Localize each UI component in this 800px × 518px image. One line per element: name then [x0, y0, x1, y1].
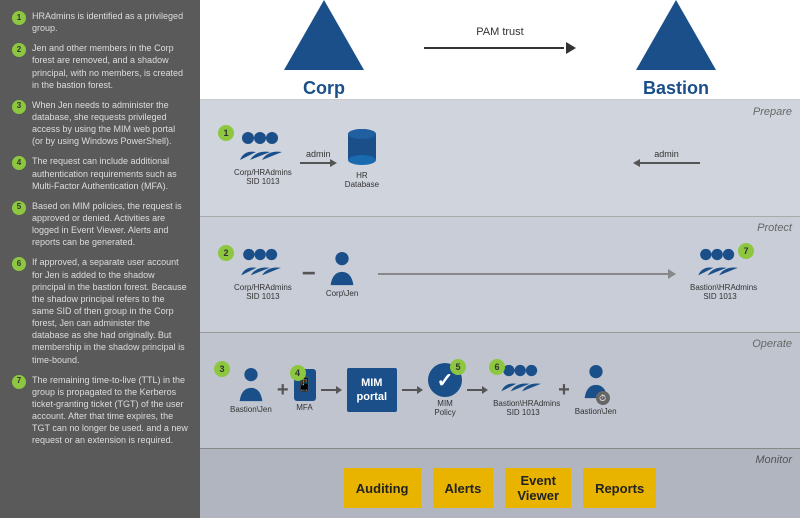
protect-num7-badge: 7: [738, 243, 754, 259]
bastion-jen-right-label: Bastion\Jen: [575, 407, 617, 416]
top-section: Corp PAM trust Bastion: [200, 0, 800, 100]
mim-portal-icon: MIMportal: [347, 368, 398, 413]
right-panel: Corp PAM trust Bastion P: [200, 0, 800, 518]
mfa-label: MFA: [296, 403, 312, 412]
arrow-body: [424, 47, 564, 49]
operate-group-svg: [500, 363, 546, 397]
monitor-label: Monitor: [755, 454, 792, 466]
minus-sign: −: [302, 260, 316, 288]
sections-area: Prepare 1 Corp/HRAdminsSID 1013: [200, 100, 800, 518]
protect-section: Protect 2 Corp/HRAdminsSID 1013: [200, 216, 800, 332]
step-text-7: The remaining time-to-live (TTL) in the …: [32, 374, 188, 447]
mfa-icon: 4 📱 MFA: [294, 369, 316, 412]
step-text-3: When Jen needs to administer the databas…: [32, 99, 188, 148]
admin-arrow-right: admin: [633, 149, 700, 167]
arrow-head: [566, 42, 576, 54]
hr-database-icon: HRDatabase: [345, 127, 379, 189]
step-num-2: 2: [12, 43, 26, 57]
operate-step-badge: 3: [214, 361, 230, 377]
protect-group1-svg: [240, 247, 286, 281]
operate-label: Operate: [752, 338, 792, 350]
corp-hradmins-group: Corp/HRAdminsSID 1013: [234, 130, 292, 186]
main-container: 1 HRAdmins is identified as a privileged…: [0, 0, 800, 518]
corp-jen-label: Corp\Jen: [326, 289, 358, 298]
step-item-5: 5 Based on MIM policies, the request is …: [12, 200, 188, 249]
step6-badge: 6: [489, 359, 505, 375]
bastion-triangle-wrapper: Bastion: [636, 0, 716, 99]
monitor-btn-alerts[interactable]: Alerts: [433, 468, 494, 508]
bastion-jen-svg-left: [237, 367, 265, 403]
mim-policy-icon: 5 ✓ MIMPolicy: [428, 363, 462, 417]
triangle-area: Corp PAM trust Bastion: [284, 0, 716, 99]
bastion-label: Bastion: [643, 78, 709, 99]
step-text-2: Jen and other members in the Corp forest…: [32, 42, 188, 91]
protect-label: Protect: [757, 222, 792, 234]
arrow-from-mim: [402, 386, 423, 394]
protect-step-badge: 2: [218, 245, 234, 261]
step-item-1: 1 HRAdmins is identified as a privileged…: [12, 10, 188, 34]
step-text-1: HRAdmins is identified as a privileged g…: [32, 10, 188, 34]
left-panel: 1 HRAdmins is identified as a privileged…: [0, 0, 200, 518]
step-item-2: 2 Jen and other members in the Corp fore…: [12, 42, 188, 91]
step-item-3: 3 When Jen needs to administer the datab…: [12, 99, 188, 148]
corp-jen-icon: Corp\Jen: [326, 251, 358, 298]
corp-jen-svg: [328, 251, 356, 287]
corp-triangle: [284, 0, 364, 70]
protect-group1-label: Corp/HRAdminsSID 1013: [234, 283, 292, 301]
monitor-btn-event-viewer[interactable]: EventViewer: [505, 468, 571, 508]
corp-triangle-wrapper: Corp: [284, 0, 364, 99]
step-text-5: Based on MIM policies, the request is ap…: [32, 200, 188, 249]
pam-trust-arrow: PAM trust: [424, 26, 576, 54]
step-num-6: 6: [12, 257, 26, 271]
clock-overlay: ⏱: [596, 391, 610, 405]
prepare-section: Prepare 1 Corp/HRAdminsSID 1013: [200, 100, 800, 216]
arrow-to-mim: [321, 386, 342, 394]
protect-group2-label: Bastion\HRAdminsSID 1013: [690, 283, 750, 301]
step-item-6: 6 If approved, a separate user account f…: [12, 256, 188, 365]
bastion-hradmins-operate: 6 Bastion\HRAdminsSID 1013: [493, 363, 553, 417]
monitor-section: Monitor Auditing Alerts EventViewer Reports: [200, 448, 800, 518]
monitor-btn-auditing[interactable]: Auditing: [344, 468, 421, 508]
jen-clock-container: ⏱: [582, 364, 610, 405]
step5-badge: 5: [450, 359, 466, 375]
step-text-6: If approved, a separate user account for…: [32, 256, 188, 365]
arrow-line: [424, 42, 576, 54]
step-num-7: 7: [12, 375, 26, 389]
step-num-4: 4: [12, 156, 26, 170]
corp-hradmins-label: Corp/HRAdminsSID 1013: [234, 168, 292, 186]
arrow-to-bastion-hr: [467, 386, 488, 394]
mim-box: MIMportal: [347, 368, 398, 413]
plus-sign-1: +: [277, 379, 289, 402]
pam-label: PAM trust: [476, 26, 523, 38]
step-item-7: 7 The remaining time-to-live (TTL) in th…: [12, 374, 188, 447]
hr-db-label: HRDatabase: [345, 171, 379, 189]
prepare-label: Prepare: [753, 106, 792, 118]
bastion-jen-left-label: Bastion\Jen: [230, 405, 272, 414]
step-text-4: The request can include additional authe…: [32, 155, 188, 191]
step-num-3: 3: [12, 100, 26, 114]
bastion-triangle: [636, 0, 716, 70]
group-icon-svg: [240, 130, 286, 166]
step4-badge: 4: [290, 365, 306, 381]
step-num-5: 5: [12, 201, 26, 215]
step-num-1: 1: [12, 11, 26, 25]
prepare-step-badge: 1: [218, 125, 234, 141]
admin-label-right: admin: [654, 149, 679, 159]
bastion-jen-right: ⏱ Bastion\Jen: [575, 364, 617, 416]
database-svg: [346, 127, 378, 169]
mim-policy-label: MIMPolicy: [434, 399, 455, 417]
protect-group2-svg: [697, 247, 743, 281]
admin-arrow-left: admin: [300, 149, 337, 167]
bastion-hradmins-protect: 7 Bastion\HRAdminsSID 1013: [690, 247, 750, 301]
bastion-hradmins-operate-label: Bastion\HRAdminsSID 1013: [493, 399, 553, 417]
corp-label: Corp: [303, 78, 345, 99]
operate-section: Operate 3 Bastion\Jen + 4: [200, 332, 800, 448]
step-item-4: 4 The request can include additional aut…: [12, 155, 188, 191]
bastion-jen-left: Bastion\Jen: [230, 367, 272, 414]
protect-corp-hradmins: Corp/HRAdminsSID 1013: [234, 247, 292, 301]
monitor-btn-reports[interactable]: Reports: [583, 468, 656, 508]
admin-label-left: admin: [306, 149, 331, 159]
